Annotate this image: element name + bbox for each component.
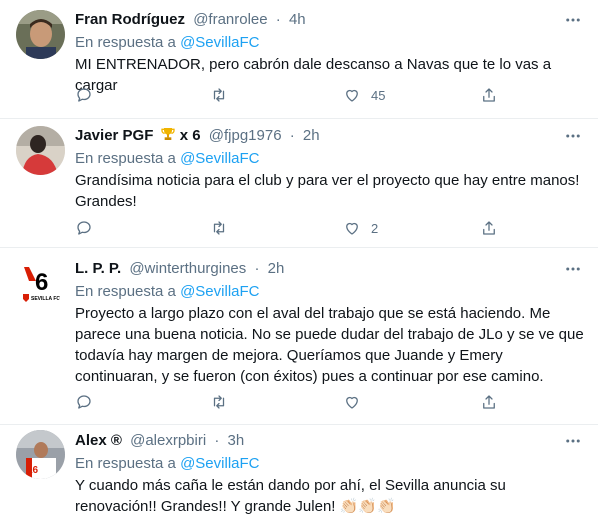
action-bar: 2 [75, 218, 500, 238]
retweet-button[interactable] [209, 218, 239, 238]
like-button[interactable] [343, 392, 371, 412]
avatar-number: 6 [35, 269, 48, 296]
tweet[interactable]: Javier PGF x 6 @fjpg1976 · 2h En respues… [0, 119, 598, 247]
author-name[interactable]: Alex [75, 432, 107, 449]
retweet-button[interactable] [209, 392, 239, 412]
retweet-button[interactable] [209, 85, 239, 105]
mention-link[interactable]: @SevillaFC [180, 283, 259, 300]
reply-button[interactable] [75, 85, 103, 105]
like-icon [346, 89, 358, 102]
tweet[interactable]: Fran Rodríguez @franrolee · 4h En respue… [0, 0, 598, 125]
reply-icon [77, 221, 91, 235]
like-count: 45 [371, 87, 386, 103]
more-icon[interactable] [564, 11, 582, 29]
reply-button[interactable] [75, 218, 103, 238]
share-button[interactable] [480, 85, 498, 105]
like-icon [346, 396, 358, 409]
more-icon[interactable] [564, 127, 582, 145]
timestamp[interactable]: 2h [268, 260, 285, 277]
mention-link[interactable]: @SevillaFC [180, 455, 259, 472]
like-icon [346, 222, 358, 235]
mention-link[interactable]: @SevillaFC [180, 150, 259, 167]
reply-context: En respuesta a @SevillaFC [75, 149, 260, 169]
author-name-suffix[interactable]: ® [111, 432, 122, 449]
like-button[interactable]: 2 [343, 218, 378, 238]
more-icon[interactable] [564, 260, 582, 278]
avatar[interactable]: 16 [16, 430, 65, 479]
reply-context: En respuesta a @SevillaFC [75, 33, 260, 53]
avatar[interactable] [16, 126, 65, 175]
like-button[interactable]: 45 [343, 85, 385, 105]
author-name[interactable]: Fran Rodríguez [75, 11, 185, 28]
reply-button[interactable] [75, 392, 103, 412]
author-name-suffix[interactable]: x 6 [180, 127, 201, 144]
like-count: 2 [371, 220, 379, 236]
timestamp[interactable]: 2h [303, 127, 320, 144]
reply-context: En respuesta a @SevillaFC [75, 454, 260, 474]
share-button[interactable] [480, 392, 498, 412]
reply-prefix: En respuesta a [75, 150, 176, 167]
tweet-text: Y cuando más caña le están dando por ahí… [75, 477, 506, 515]
reply-context: En respuesta a @SevillaFC [75, 282, 260, 302]
author-handle[interactable]: @franrolee [193, 11, 267, 28]
reply-icon [77, 395, 91, 409]
avatar[interactable] [16, 10, 65, 59]
reply-prefix: En respuesta a [75, 34, 176, 51]
trophy-icon [160, 128, 175, 140]
separator: · [275, 11, 281, 28]
avatar-number: 16 [27, 465, 39, 476]
reply-prefix: En respuesta a [75, 283, 176, 300]
avatar-caption: SEVILLA FC [31, 296, 60, 302]
author-handle[interactable]: @winterthurgines [129, 260, 246, 277]
separator: · [289, 127, 295, 144]
author-handle[interactable]: @alexrpbiri [130, 432, 206, 449]
retweet-icon [213, 395, 225, 409]
action-bar [75, 392, 500, 412]
separator: · [214, 432, 220, 449]
timestamp[interactable]: 3h [228, 432, 245, 449]
mention-link[interactable]: @SevillaFC [180, 34, 259, 51]
author-name[interactable]: L. P. P. [75, 260, 121, 277]
tweet[interactable]: 16 Alex ® @alexrpbiri · 3h En respuesta … [0, 425, 598, 519]
separator: · [254, 260, 260, 277]
reply-prefix: En respuesta a [75, 455, 176, 472]
share-icon [483, 395, 495, 409]
tweet-text: Proyecto a largo plazo con el aval del t… [75, 305, 584, 385]
retweet-icon [213, 221, 225, 235]
author-name[interactable]: Javier PGF [75, 127, 153, 144]
tweet-text: Grandísima noticia para el club y para v… [75, 172, 580, 210]
avatar[interactable]: 6 SEVILLA FC [16, 259, 65, 308]
retweet-icon [213, 88, 225, 102]
author-handle[interactable]: @fjpg1976 [209, 127, 282, 144]
share-icon [483, 88, 495, 102]
action-bar: 45 [75, 85, 500, 105]
more-icon[interactable] [564, 432, 582, 450]
reply-icon [77, 88, 91, 102]
tweet[interactable]: 6 SEVILLA FC L. P. P. @winterthurgines ·… [0, 248, 598, 424]
share-icon [483, 221, 495, 235]
timestamp[interactable]: 4h [289, 11, 306, 28]
share-button[interactable] [480, 218, 498, 238]
